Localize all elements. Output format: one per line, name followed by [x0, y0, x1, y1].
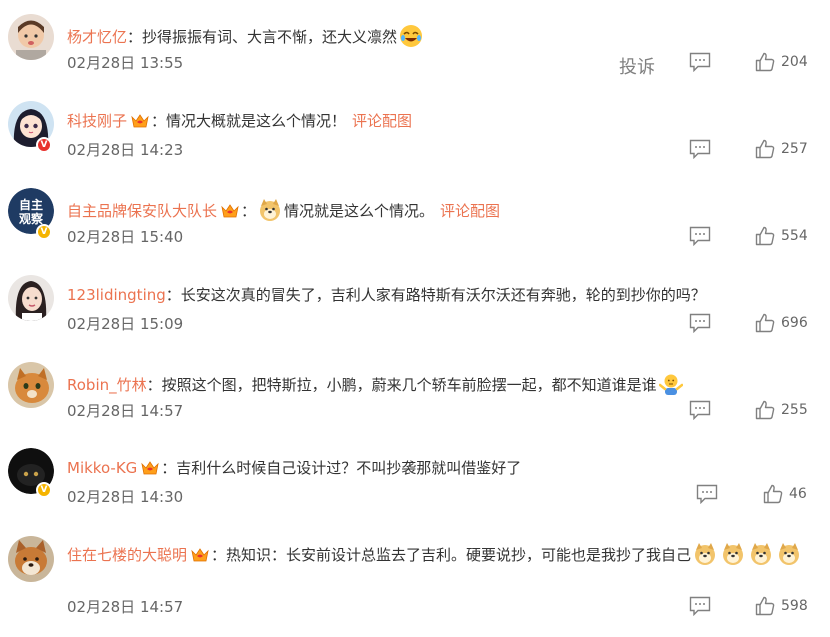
doge-emoji-icon — [723, 543, 744, 565]
comment-text: ：抄得振振有词、大言不惭，还大义凛然 — [127, 28, 398, 46]
comment-text: ：按照这个图，把特斯拉，小鹏，蔚来几个轿车前脸摆一起，都不知道谁是谁 — [146, 376, 657, 394]
like-count: 255 — [781, 402, 808, 418]
report-button[interactable]: 投诉 — [619, 53, 655, 79]
doge-emoji-icon — [260, 199, 281, 221]
crown-badge-icon — [141, 461, 159, 475]
comment-text-line: 住在七楼的大聪明 ：热知识：长安前设计总监去了吉利。硬要说抄，可能也是我抄了我自己 — [67, 542, 807, 569]
comment-reply-icon[interactable] — [689, 139, 711, 159]
verified-badge-icon: V — [36, 482, 52, 498]
like-count: 46 — [789, 486, 807, 502]
username-link[interactable]: 住在七楼的大聪明 — [67, 546, 187, 564]
crown-badge-icon — [221, 204, 239, 218]
username-link[interactable]: 自主品牌保安队大队长 — [67, 202, 217, 220]
shrug-emoji-icon — [658, 374, 683, 395]
username-link[interactable]: Mikko-KG — [67, 459, 137, 477]
comment-text-line: Mikko-KG ：吉利什么时候自己设计过？不叫抄袭那就叫借鉴好了 — [67, 458, 521, 478]
avatar[interactable] — [8, 14, 54, 60]
comment-text: 情况就是这么个情况。 — [284, 202, 435, 220]
avatar-text-top: 自主 — [19, 197, 43, 212]
avatar[interactable] — [8, 362, 54, 408]
comment-reply-icon[interactable] — [689, 596, 711, 616]
comment-time: 02月28日 14:57 — [67, 598, 184, 616]
thumbs-up-icon[interactable] — [755, 226, 775, 246]
comment-time: 02月28日 15:09 — [67, 315, 184, 333]
laugh-cry-emoji-icon — [400, 25, 423, 47]
comment-time: 02月28日 15:40 — [67, 228, 184, 246]
comment-text: ：吉利什么时候自己设计过？不叫抄袭那就叫借鉴好了 — [161, 459, 522, 477]
avatar[interactable] — [8, 275, 54, 321]
crown-badge-icon — [191, 548, 209, 562]
comment-text: ：长安这次真的冒失了，吉利人家有路特斯有沃尔沃还有奔驰，轮的到抄你的吗？ — [165, 286, 706, 304]
like-count: 257 — [781, 141, 808, 157]
thumbs-up-icon[interactable] — [755, 313, 775, 333]
like-count: 696 — [781, 315, 808, 331]
comment-text: ：情况大概就是这么个情况！ — [151, 112, 347, 130]
comment-reply-icon[interactable] — [689, 400, 711, 420]
comment-image-link[interactable]: 评论配图 — [440, 202, 500, 220]
thumbs-up-icon[interactable] — [755, 52, 775, 72]
doge-emoji-icon — [695, 543, 716, 565]
comment-reply-icon[interactable] — [696, 484, 718, 504]
doge-emoji-icon — [751, 543, 772, 565]
comment-reply-icon[interactable] — [689, 313, 711, 333]
comment-text: ：热知识：长安前设计总监去了吉利。硬要说抄，可能也是我抄了我自己 — [211, 546, 692, 564]
username-link[interactable]: 杨才忆亿 — [67, 28, 127, 46]
colon: ： — [241, 202, 257, 220]
comment-time: 02月28日 14:30 — [67, 488, 184, 506]
comment-image-link[interactable]: 评论配图 — [352, 112, 412, 130]
comment-text-line: 杨才忆亿：抄得振振有词、大言不惭，还大义凛然 — [67, 24, 425, 48]
username-link[interactable]: 科技刚子 — [67, 112, 127, 130]
thumbs-up-icon[interactable] — [755, 400, 775, 420]
comment-time: 02月28日 14:57 — [67, 402, 184, 420]
comment-text-line: Robin_竹林：按照这个图，把特斯拉，小鹏，蔚来几个轿车前脸摆一起，都不知道谁… — [67, 372, 685, 396]
comment-reply-icon[interactable] — [689, 52, 711, 72]
thumbs-up-icon[interactable] — [755, 139, 775, 159]
username-link[interactable]: Robin_竹林 — [67, 376, 147, 394]
comment-text-line: 123lidingting：长安这次真的冒失了，吉利人家有路特斯有沃尔沃还有奔驰… — [67, 285, 706, 305]
verified-badge-icon: V — [36, 224, 52, 240]
comment-text-line: 科技刚子 ：情况大概就是这么个情况！ 评论配图 — [67, 111, 412, 131]
like-count: 598 — [781, 598, 808, 614]
avatar[interactable] — [8, 536, 54, 582]
comment-text-line: 自主品牌保安队大队长 ： 情况就是这么个情况。 评论配图 — [67, 198, 500, 222]
like-count: 204 — [781, 54, 808, 70]
thumbs-up-icon[interactable] — [755, 596, 775, 616]
verified-badge-icon: V — [36, 137, 52, 153]
username-link[interactable]: 123lidingting — [67, 286, 166, 304]
comment-time: 02月28日 14:23 — [67, 141, 184, 159]
thumbs-up-icon[interactable] — [763, 484, 783, 504]
like-count: 554 — [781, 228, 808, 244]
comment-time: 02月28日 13:55 — [67, 54, 184, 72]
doge-emoji-icon — [779, 543, 800, 565]
crown-badge-icon — [131, 114, 149, 128]
comment-reply-icon[interactable] — [689, 226, 711, 246]
